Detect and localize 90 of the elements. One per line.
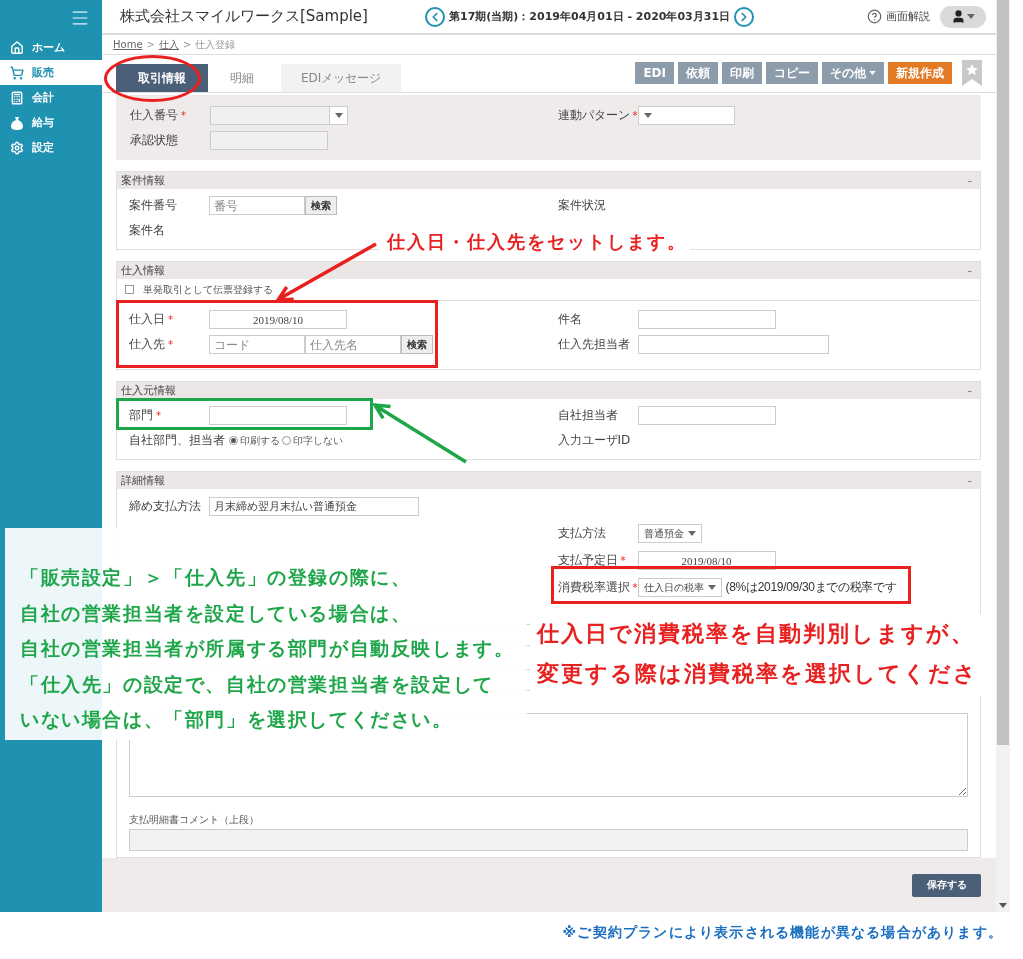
required-mark: * [168, 314, 173, 325]
collapse-button[interactable]: – [967, 385, 972, 396]
help-link[interactable]: 画面解説 [867, 9, 930, 24]
required-mark: * [181, 110, 186, 121]
home-icon [10, 40, 24, 55]
field-label: 連動パターン [557, 107, 630, 124]
field-label: 案件名 [129, 222, 165, 239]
field-label: 仕入番号 [130, 107, 178, 124]
breadcrumb-separator: > [146, 39, 155, 50]
section-title: 案件情報 [121, 173, 165, 188]
money-bag-icon [10, 115, 24, 130]
field-label: 仕入日 [129, 311, 165, 328]
annotation-tooltip: 「販売設定」＞「仕入先」の登録の際に、 自社の営業担当者を設定している場合は、 自社の営業担当者が所属する部門が自動反映します。 「仕入先」の設定で、自社の営業担当者を設定して いない場合は、「部門」を選択してください。 [5, 528, 527, 740]
help-icon [867, 9, 882, 24]
field-label: 入力ユーザID [557, 432, 631, 449]
sidebar-item[interactable]: ホーム [0, 35, 102, 60]
search-field[interactable]: 仕入先名 [305, 335, 401, 354]
search-button[interactable]: 検索 [401, 335, 433, 354]
save-button[interactable]: 保存する [912, 873, 981, 897]
text-field[interactable]: 月末締め翌月末払い普通預金 [209, 497, 419, 516]
field-label: 案件状況 [557, 197, 606, 214]
caret-icon [869, 71, 876, 75]
user-icon [951, 9, 966, 24]
scroll-down-icon[interactable] [999, 903, 1007, 908]
required-mark: * [168, 339, 173, 350]
radio-option[interactable]: 印字しない [282, 433, 343, 448]
previous-period-button[interactable] [425, 6, 445, 27]
required-mark: * [632, 582, 638, 593]
breadcrumb-link[interactable]: Home [113, 39, 143, 50]
select-field[interactable] [637, 106, 735, 125]
radio-option[interactable]: 印刷する [229, 433, 280, 448]
field-label: 支払予定日 [557, 552, 618, 569]
sidebar-item[interactable]: 給与 [0, 110, 102, 135]
sidebar-item[interactable]: 販売 [0, 60, 102, 85]
field-label: 仕入先 [129, 336, 165, 353]
field-label: 支払方法 [557, 525, 606, 542]
collapse-button[interactable]: – [967, 175, 972, 186]
field-label: 自社担当者 [557, 407, 618, 424]
field-label: 件名 [557, 311, 582, 328]
search-button[interactable]: 検索 [305, 196, 337, 215]
text-field[interactable] [209, 406, 347, 425]
collapse-button[interactable]: – [967, 265, 972, 276]
bookmark-star-icon[interactable] [962, 60, 982, 86]
date-field[interactable]: 2019/08/10 [209, 310, 347, 329]
settings-icon [10, 140, 24, 155]
scrollbar[interactable] [996, 0, 1010, 912]
search-field[interactable]: コード [209, 335, 305, 354]
checkbox[interactable] [125, 285, 134, 294]
caret-icon [334, 113, 343, 118]
caret-icon [643, 113, 652, 118]
section-title: 仕入元情報 [121, 383, 176, 398]
plan-note: ※ご契約プランにより表示される機能が異なる場合があります。 [562, 923, 1003, 942]
checkbox-label: 単発取引として伝票登録する [143, 282, 273, 297]
tax-note: (8%は2019/09/30までの税率です [725, 579, 897, 596]
caret-icon [687, 531, 696, 536]
period-text: 第17期(当期)：2019年04月01日 - 2020年03月31日 [449, 9, 731, 24]
required-mark: * [620, 555, 626, 566]
search-field[interactable]: 番号 [209, 196, 305, 215]
breadcrumb-current: 仕入登録 [195, 37, 236, 52]
company-title: 株式会社スマイルワークス[Sample] [120, 7, 369, 26]
field-label: 部門 [129, 407, 153, 424]
tab[interactable]: EDIメッセージ [281, 64, 402, 92]
user-menu-button[interactable] [940, 5, 986, 28]
field-label: 自社部門、担当者 [129, 432, 225, 449]
field-label: 仕入先担当者 [557, 336, 630, 353]
field-label: 消費税率選択 [557, 579, 630, 596]
breadcrumb-separator: > [182, 39, 192, 50]
calculator-icon [10, 90, 24, 105]
field-label: 案件番号 [129, 197, 177, 214]
collapse-button[interactable]: – [967, 475, 972, 486]
select-field[interactable]: 仕入日の税率 [637, 578, 722, 597]
text-field[interactable] [637, 310, 776, 329]
section-title: 詳細情報 [121, 473, 165, 488]
tab[interactable]: 取引情報 [116, 64, 208, 92]
sidebar-item[interactable]: 設定 [0, 135, 102, 160]
cart-icon [10, 65, 24, 80]
caret-icon [707, 585, 716, 590]
sidebar-item[interactable]: 会計 [0, 85, 102, 110]
section-title: 仕入情報 [121, 263, 165, 278]
field-label: 締め支払方法 [129, 498, 201, 515]
select-field[interactable]: 普通預金 [637, 524, 702, 543]
field-label: 承認状態 [130, 132, 178, 149]
text-field[interactable] [637, 335, 829, 354]
field-label: 支払明細書コメント（上段） [129, 813, 260, 827]
caret-icon [967, 14, 975, 19]
breadcrumb-link[interactable]: 仕入 [158, 37, 179, 52]
required-mark: * [156, 410, 161, 421]
text-field[interactable] [637, 406, 776, 425]
next-period-button[interactable] [734, 6, 755, 27]
required-mark: * [632, 110, 638, 121]
